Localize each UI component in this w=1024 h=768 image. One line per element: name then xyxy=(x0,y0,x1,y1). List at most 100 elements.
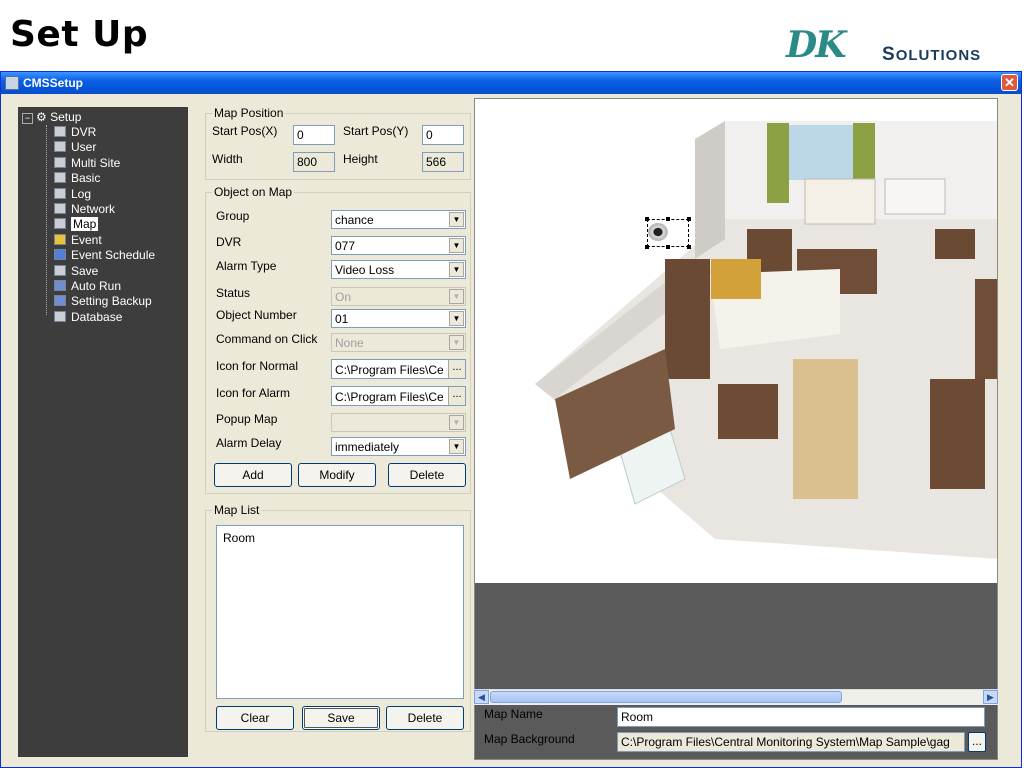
camera-object-selection[interactable] xyxy=(645,217,691,249)
tree-connector xyxy=(46,125,47,315)
map-position-group: Map Position Start Pos(X) 0 Start Pos(Y)… xyxy=(205,106,471,180)
icon-alarm-field[interactable]: C:\Program Files\Ce... xyxy=(331,386,466,406)
icon-normal-field[interactable]: C:\Program Files\Ce... xyxy=(331,359,466,379)
dvr-select[interactable]: 077 ▼ xyxy=(331,236,466,255)
group-select[interactable]: chance ▼ xyxy=(331,210,466,229)
setting-backup-icon xyxy=(54,295,66,306)
multi-site-icon xyxy=(54,157,66,168)
tree-item-setting-backup[interactable]: Setting Backup xyxy=(54,294,152,309)
map-name-field[interactable]: Room xyxy=(617,707,985,727)
browse-icon-alarm-button[interactable]: ... xyxy=(448,387,465,405)
map-background-field: C:\Program Files\Central Monitoring Syst… xyxy=(617,732,965,752)
alarm-type-label: Alarm Type xyxy=(216,259,277,273)
tree-item-dvr[interactable]: DVR xyxy=(54,125,96,140)
icon-alarm-label: Icon for Alarm xyxy=(216,386,291,400)
logo-text: SOLUTIONS xyxy=(882,44,982,65)
tree-item-event-schedule[interactable]: Event Schedule xyxy=(54,248,155,263)
status-label: Status xyxy=(216,286,251,300)
start-y-field[interactable]: 0 xyxy=(422,125,464,145)
user-icon xyxy=(54,141,66,152)
scroll-left-icon[interactable]: ◀ xyxy=(474,690,489,704)
object-on-map-group: Object on Map Group chance ▼ DVR 077 ▼ Ala… xyxy=(205,185,471,494)
event-icon xyxy=(54,234,66,245)
app-icon xyxy=(5,76,19,90)
start-x-field[interactable]: 0 xyxy=(293,125,335,145)
group-label-text: Group xyxy=(216,209,250,223)
popup-map-label: Popup Map xyxy=(216,412,278,426)
logo-mark: DK xyxy=(786,24,846,66)
map-horizontal-scrollbar[interactable]: ◀ ▶ xyxy=(474,689,998,705)
room-floorplan-image xyxy=(475,99,997,583)
command-on-click-select: None ▼ xyxy=(331,333,466,352)
chevron-down-icon[interactable]: ▼ xyxy=(449,262,464,277)
map-canvas[interactable] xyxy=(474,98,998,760)
clear-button[interactable]: Clear xyxy=(216,706,294,730)
map-icon xyxy=(54,218,66,229)
group-label: Map List xyxy=(212,503,262,517)
tree-item-auto-run[interactable]: Auto Run xyxy=(54,279,121,294)
chevron-down-icon[interactable]: ▼ xyxy=(449,238,464,253)
basic-icon xyxy=(54,172,66,183)
alarm-type-select[interactable]: Video Loss ▼ xyxy=(331,260,466,279)
setup-tree: − ⚙ Setup DVR User Multi Site Basic Log N… xyxy=(18,107,188,757)
cms-setup-window: CMSSetup ✕ − ⚙ Setup DVR User Multi Site … xyxy=(0,71,1022,768)
tree-item-network[interactable]: Network xyxy=(54,202,115,217)
start-y-label: Start Pos(Y) xyxy=(343,124,409,138)
room-floorplan-illustration xyxy=(535,121,997,559)
chevron-down-icon: ▼ xyxy=(449,289,464,304)
tree-item-database[interactable]: Database xyxy=(54,310,122,325)
network-icon xyxy=(54,203,66,214)
command-on-click-label: Command on Click xyxy=(216,332,318,346)
object-number-label: Object Number xyxy=(216,308,297,322)
window-titlebar[interactable]: CMSSetup ✕ xyxy=(1,72,1021,94)
map-list-group: Map List Room Clear Save Delete xyxy=(205,503,471,732)
collapse-icon[interactable]: − xyxy=(22,113,33,124)
browse-background-button[interactable]: ... xyxy=(968,732,986,752)
chevron-down-icon[interactable]: ▼ xyxy=(449,212,464,227)
save-icon xyxy=(54,265,66,276)
delete-map-button[interactable]: Delete xyxy=(386,706,464,730)
chevron-down-icon[interactable]: ▼ xyxy=(449,439,464,454)
width-label: Width xyxy=(212,152,243,166)
tree-item-user[interactable]: User xyxy=(54,140,96,155)
camera-icon[interactable] xyxy=(648,223,668,241)
tree-item-save[interactable]: Save xyxy=(54,264,98,279)
chevron-down-icon[interactable]: ▼ xyxy=(449,311,464,326)
tree-item-map[interactable]: Map xyxy=(54,217,99,232)
browse-icon-normal-button[interactable]: ... xyxy=(448,360,465,378)
dvr-label: DVR xyxy=(216,235,242,249)
tree-item-basic[interactable]: Basic xyxy=(54,171,100,186)
dk-solutions-logo: DK SOLUTIONS xyxy=(786,24,996,68)
modify-button[interactable]: Modify xyxy=(298,463,376,487)
event-schedule-icon xyxy=(54,249,66,260)
height-field: 566 xyxy=(422,152,464,172)
alarm-delay-select[interactable]: immediately ▼ xyxy=(331,437,466,456)
start-x-label: Start Pos(X) xyxy=(212,124,278,138)
window-title: CMSSetup xyxy=(23,76,83,90)
alarm-delay-label: Alarm Delay xyxy=(216,436,282,450)
chevron-down-icon: ▼ xyxy=(449,415,464,430)
tree-root-label: Setup xyxy=(50,110,82,124)
scroll-right-icon[interactable]: ▶ xyxy=(983,690,998,704)
add-button[interactable]: Add xyxy=(214,463,292,487)
status-select: On ▼ xyxy=(331,287,466,306)
map-list-box[interactable]: Room xyxy=(216,525,464,699)
popup-map-select: ▼ xyxy=(331,413,466,432)
chevron-down-icon: ▼ xyxy=(449,335,464,350)
tree-item-log[interactable]: Log xyxy=(54,187,91,202)
tree-item-event[interactable]: Event xyxy=(54,233,102,248)
list-item[interactable]: Room xyxy=(223,531,255,545)
gear-icon: ⚙ xyxy=(36,110,47,124)
tree-item-multi-site[interactable]: Multi Site xyxy=(54,156,120,171)
width-field: 800 xyxy=(293,152,335,172)
height-label: Height xyxy=(343,152,378,166)
object-number-select[interactable]: 01 ▼ xyxy=(331,309,466,328)
tree-root-setup[interactable]: − ⚙ Setup xyxy=(22,110,81,124)
save-button[interactable]: Save xyxy=(302,706,380,730)
scroll-thumb[interactable] xyxy=(490,691,842,703)
delete-object-button[interactable]: Delete xyxy=(388,463,466,487)
icon-normal-label: Icon for Normal xyxy=(216,359,299,373)
close-button[interactable]: ✕ xyxy=(1001,74,1018,91)
slide-title: Set Up xyxy=(10,14,149,55)
map-background-label: Map Background xyxy=(484,732,575,746)
